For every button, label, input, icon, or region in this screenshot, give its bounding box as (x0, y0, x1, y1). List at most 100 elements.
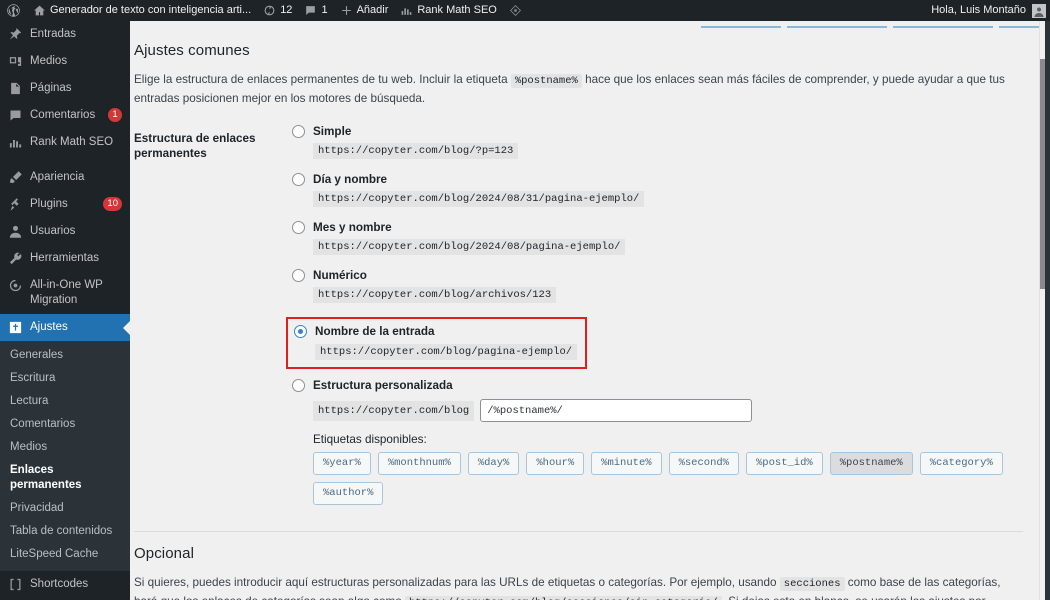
option-label: Simple (313, 125, 352, 138)
sidebar-item-label: Entradas (30, 28, 77, 40)
tag-button-day[interactable]: %day% (467, 452, 520, 475)
sidebar-item-label: Shortcodes (30, 578, 89, 590)
option-custom-structure[interactable]: Estructura personalizada https://copyter… (292, 379, 1023, 505)
radio-día-y-nombre[interactable] (292, 173, 305, 186)
rank-math-menu[interactable]: Rank Math SEO (394, 0, 502, 21)
updates-icon (264, 5, 275, 16)
submenu-item-comentarios[interactable]: Comentarios (0, 413, 130, 436)
sidebar-item-label: Usuarios (30, 225, 76, 237)
bar-chart-icon (9, 140, 22, 148)
submenu-item-medios[interactable]: Medios (0, 436, 130, 459)
tag-button-category[interactable]: %category% (919, 452, 1003, 475)
sidebar-item-label: Páginas (30, 82, 72, 94)
sidebar-separator (0, 156, 130, 164)
radio-custom-structure[interactable] (292, 379, 305, 392)
migration-icon (9, 279, 22, 292)
radio-mes-y-nombre[interactable] (292, 221, 305, 234)
submenu-item-tabla-de-contenidos[interactable]: Tabla de contenidos (0, 520, 130, 543)
wrench-icon (9, 252, 22, 265)
option-label: Día y nombre (313, 173, 388, 186)
tag-button-minute[interactable]: %minute% (591, 452, 662, 475)
sidebar-item-medios[interactable]: Medios (0, 48, 130, 75)
tag-button-postname[interactable]: %postname% (829, 452, 913, 475)
comments-menu[interactable]: 1 (298, 0, 333, 21)
sidebar-badge: 1 (108, 108, 122, 122)
option-día-y-nombre[interactable]: Día y nombre https://copyter.com/blog/202… (292, 173, 1023, 207)
updates-menu[interactable]: 12 (257, 0, 298, 21)
option-mes-y-nombre[interactable]: Mes y nombre https://copyter.com/blog/202… (292, 221, 1023, 255)
wordpress-logo-menu[interactable] (0, 0, 27, 21)
sidebar-bottom-items: ShortcodesWP 2FA (0, 571, 130, 600)
main-content: Ajustes comunes Elige la estructura de e… (130, 21, 1043, 600)
available-tags-list: %year% %monthnum% %day% %hour% %minute% %seco… (313, 452, 1023, 505)
tag-button-post_id[interactable]: %post_id% (746, 452, 823, 475)
account-menu[interactable]: Hola, Luis Montaño (931, 0, 1050, 21)
option-label-custom: Estructura personalizada (313, 379, 453, 392)
sidebar-item-label: Apariencia (30, 171, 85, 183)
sidebar-item-label: All-in-One WP Migration (30, 279, 103, 306)
admin-sidebar-menu: Entradas Medios Páginas Comentarios 1 Rank Ma… (0, 21, 130, 600)
rank-math-label: Rank Math SEO (417, 4, 497, 16)
new-content-menu[interactable]: Añadir (334, 0, 395, 21)
option-example-url: https://copyter.com/blog/2024/08/31/pagi… (313, 191, 645, 207)
updates-count: 12 (280, 4, 293, 16)
radio-simple[interactable] (292, 125, 305, 138)
tag-button-author[interactable]: %author% (313, 482, 384, 505)
tag-button-monthnum[interactable]: %monthnum% (377, 452, 461, 475)
sidebar-item-apariencia[interactable]: Apariencia (0, 164, 130, 191)
option-simple[interactable]: Simple https://copyter.com/blog/?p=123 (292, 125, 1023, 159)
sidebar-item-rank-math-seo[interactable]: Rank Math SEO (0, 129, 130, 156)
optional-part-1: Si quieres, puedes introducir aquí estru… (134, 576, 777, 589)
highlighted-option-box: Nombre de la entrada https://copyter.com/… (286, 317, 588, 369)
custom-structure-input[interactable] (480, 399, 753, 422)
radio-numérico[interactable] (292, 269, 305, 282)
available-tags-label: Etiquetas disponibles: (313, 433, 427, 446)
submenu-item-litespeed-cache[interactable]: LiteSpeed Cache (0, 543, 130, 566)
section-divider (134, 531, 1023, 532)
optional-description: Si quieres, puedes introducir aquí estru… (134, 574, 1014, 600)
tag-button-second[interactable]: %second% (668, 452, 739, 475)
tag-button-hour[interactable]: %hour% (526, 452, 585, 475)
comment-bubble-icon (10, 110, 21, 121)
tag-button-year[interactable]: %year% (313, 452, 371, 475)
option-numérico[interactable]: Numérico https://copyter.com/blog/archivo… (292, 269, 1023, 303)
radio-nombre-de-la-entrada[interactable] (294, 325, 307, 338)
plus-icon (341, 6, 351, 15)
option-nombre-de-la-entrada[interactable]: Nombre de la entrada https://copyter.com/… (294, 325, 578, 360)
comments-count: 1 (321, 4, 328, 16)
sidebar-item-herramientas[interactable]: Herramientas (0, 245, 130, 272)
brackets-icon (10, 578, 21, 591)
option-example-url: https://copyter.com/blog/archivos/123 (313, 287, 557, 303)
sidebar-item-shortcodes[interactable]: Shortcodes (0, 571, 130, 598)
permalink-structure-label: Estructura de enlaces permanentes (134, 132, 256, 160)
submenu-item-enlaces-permanentes[interactable]: Enlaces permanentes (0, 459, 130, 497)
sidebar-item-comentarios[interactable]: Comentarios 1 (0, 102, 130, 129)
sidebar-item-usuarios[interactable]: Usuarios (0, 218, 130, 245)
sidebar-item-entradas[interactable]: Entradas (0, 21, 130, 48)
custom-structure-prefix: https://copyter.com/blog (313, 400, 475, 421)
wordpress-logo-icon (7, 4, 20, 17)
settings-icon (9, 321, 22, 334)
sidebar-item-plugins[interactable]: Plugins 10 (0, 191, 130, 218)
custom-structure-input-row: https://copyter.com/blog (313, 399, 1023, 422)
sidebar-item-label: Rank Math SEO (30, 136, 114, 148)
submenu-item-escritura[interactable]: Escritura (0, 367, 130, 390)
diamond-icon (509, 5, 521, 16)
site-name-menu[interactable]: Generador de texto con inteligencia arti… (27, 0, 257, 21)
submenu-item-lectura[interactable]: Lectura (0, 390, 130, 413)
sidebar-item-p-ginas[interactable]: Páginas (0, 75, 130, 102)
submenu-item-privacidad[interactable]: Privacidad (0, 497, 130, 520)
sidebar-item-label: Ajustes (30, 321, 68, 333)
extra-menu[interactable] (503, 0, 528, 21)
sidebar-item-ajustes[interactable]: Ajustes (0, 314, 130, 341)
option-label: Numérico (313, 269, 367, 282)
sidebar-item-all-in-one-wp-migration[interactable]: All-in-One WP Migration (0, 272, 130, 314)
plug-icon (10, 198, 19, 211)
option-label: Nombre de la entrada (315, 325, 435, 338)
common-settings-description: Elige la estructura de enlaces permanent… (134, 71, 1023, 107)
submenu-item-generales[interactable]: Generales (0, 344, 130, 367)
common-settings-heading: Ajustes comunes (134, 42, 250, 59)
sidebar-item-label: Herramientas (30, 252, 100, 264)
permalink-settings-table: Estructura de enlaces permanentes Simple… (134, 119, 1023, 513)
option-label: Mes y nombre (313, 221, 392, 234)
